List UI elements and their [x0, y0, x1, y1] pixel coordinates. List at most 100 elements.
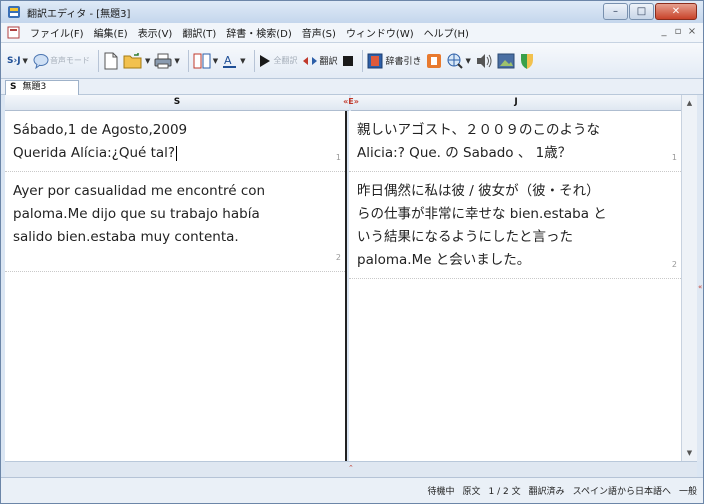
office-dictionary-button[interactable] [426, 50, 442, 72]
source-segment[interactable]: Sábado,1 de Agosto,2009 Querida Alícia:¿… [5, 111, 345, 172]
target-line: らの仕事が非常に幸せな bien.estaba と [357, 206, 607, 222]
text-format-icon: A [223, 54, 237, 68]
shield-icon [520, 53, 533, 69]
translate-all-label: 全翻訳 [273, 56, 298, 65]
speaker-icon [476, 53, 492, 68]
target-text-pane[interactable]: 親しいアゴスト、２００９のこのような Alicia:? Que. の Sabad… [349, 111, 681, 461]
translate-button[interactable]: 翻訳 [302, 50, 338, 72]
document-tab-bar: S 無題3 [1, 79, 703, 95]
menu-bar: ファイル(F) 編集(E) 表示(V) 翻訳(T) 辞書・検索(D) 音声(S)… [1, 23, 703, 43]
menu-dictionary[interactable]: 辞書・検索(D) [221, 25, 297, 40]
expand-panel-icon[interactable]: « [698, 283, 702, 291]
stop-button[interactable] [342, 50, 354, 72]
dictionary-lookup-label: 辞書引き [385, 57, 422, 67]
source-line: paloma.Me dijo que su trabajo había [13, 206, 260, 222]
target-line: 昨日偶然に私は彼 / 彼女が（彼・それ） [357, 183, 600, 199]
text-caret [176, 145, 178, 161]
new-document-icon [104, 52, 118, 69]
translate-all-button[interactable]: 全翻訳 [259, 50, 298, 72]
menu-help[interactable]: ヘルプ(H) [419, 25, 474, 40]
maximize-button[interactable]: □ [629, 3, 654, 20]
status-field: 一般 [678, 487, 697, 497]
office-dictionary-icon [426, 53, 441, 68]
status-bar: 待機中 原文 1 / 2 文 翻訳済み スペイン語から日本語へ 一般 [1, 477, 703, 503]
target-segment[interactable]: 親しいアゴスト、２００９のこのような Alicia:? Que. の Sabad… [349, 111, 681, 172]
stop-icon [342, 55, 353, 66]
doc-restore-button[interactable]: ▫ [671, 26, 685, 37]
swap-panes-button[interactable]: «E» [336, 97, 366, 109]
side-panel-edge[interactable] [697, 95, 703, 461]
status-translated: 翻訳済み [528, 487, 565, 497]
minimize-button[interactable]: – [603, 3, 628, 20]
dictation-label: 音声モード [49, 56, 90, 65]
source-line: Ayer por casualidad me encontré con [13, 183, 266, 199]
toolbar-separator [361, 49, 363, 72]
status-mode: 原文 [462, 487, 481, 497]
web-search-button[interactable]: ▼ [446, 50, 471, 72]
vertical-scrollbar[interactable]: ▲ ▼ [681, 95, 697, 461]
toolbar-separator [253, 49, 255, 72]
menu-edit[interactable]: 編集(E) [89, 25, 133, 40]
language-pair-button[interactable]: S›J ▼ [7, 50, 28, 72]
new-document-button[interactable] [103, 50, 119, 72]
bottom-splitter[interactable]: ⌃ [5, 461, 697, 477]
play-icon [259, 54, 270, 67]
toolbar-separator [187, 49, 189, 72]
source-line: salido bien.estaba muy contenta. [13, 229, 239, 245]
source-text-pane[interactable]: Sábado,1 de Agosto,2009 Querida Alícia:¿… [5, 111, 347, 461]
status-state: 待機中 [427, 487, 455, 497]
doc-minimize-button[interactable]: _ [657, 26, 671, 37]
globe-search-icon [447, 53, 463, 69]
tab-document[interactable]: S 無題3 [5, 80, 79, 95]
language-pair-label: S›J [7, 55, 21, 66]
toolbar-separator [97, 49, 99, 72]
target-segment[interactable]: 昨日偶然に私は彼 / 彼女が（彼・それ） らの仕事が非常に幸せな bien.es… [349, 172, 681, 279]
source-segment[interactable]: Ayer por casualidad me encontré con palo… [5, 172, 345, 272]
window-controls: – □ ✕ [602, 3, 697, 20]
document-icon[interactable] [7, 26, 20, 39]
picture-icon [497, 53, 515, 68]
app-logo-icon [8, 6, 20, 18]
translate-label: 翻訳 [319, 57, 338, 67]
source-column-header: S [5, 95, 349, 111]
open-folder-button[interactable]: ▼ [123, 50, 150, 72]
dictionary-icon [367, 53, 383, 68]
scroll-up-arrow-icon[interactable]: ▲ [682, 95, 697, 111]
speaker-button[interactable] [475, 50, 493, 72]
svg-text:A: A [224, 54, 232, 67]
printer-icon [154, 53, 172, 68]
toolbar: S›J ▼ 音声モード ▼ ▼ ▼ A ▼ 全翻訳 翻訳 辞書引き ▼ [1, 43, 703, 79]
speech-bubble-icon [33, 53, 49, 69]
source-line: Sábado,1 de Agosto,2009 [13, 122, 188, 138]
close-button[interactable]: ✕ [655, 3, 697, 20]
target-line: paloma.Me と会いました。 [357, 252, 531, 268]
menu-translate[interactable]: 翻訳(T) [177, 25, 221, 40]
menu-view[interactable]: 表示(V) [133, 25, 178, 40]
shield-button[interactable] [519, 50, 535, 72]
doc-close-button[interactable]: × [685, 26, 699, 37]
menu-voice[interactable]: 音声(S) [297, 25, 341, 40]
expand-up-icon[interactable]: ⌃ [348, 464, 354, 472]
source-line: Querida Alícia:¿Qué tal? [13, 145, 176, 161]
layout-button[interactable]: ▼ [193, 50, 218, 72]
tab-document-name: 無題3 [22, 82, 47, 92]
status-sentence-count: 1 / 2 文 [488, 487, 521, 497]
target-line: Alicia:? Que. の Sabado 、 1歳？ [357, 145, 572, 161]
window-title: 翻訳エディタ - [無題3] [27, 8, 131, 20]
source-line-with-caret: Querida Alícia:¿Qué tal? [13, 142, 339, 165]
dictation-button[interactable]: 音声モード [32, 50, 90, 72]
scroll-down-arrow-icon[interactable]: ▼ [682, 445, 697, 461]
target-line: 親しいアゴスト、２００９のこのような [357, 122, 600, 138]
status-direction: スペイン語から日本語へ [572, 487, 671, 497]
dictionary-lookup-button[interactable]: 辞書引き [367, 50, 422, 72]
document-window-controls: _ ▫ × [657, 26, 699, 37]
menu-file[interactable]: ファイル(F) [25, 25, 89, 40]
font-size-button[interactable]: A ▼ [222, 50, 246, 72]
print-button[interactable]: ▼ [154, 50, 180, 72]
menu-window[interactable]: ウィンドウ(W) [341, 25, 419, 40]
translate-arrows-icon [302, 56, 317, 65]
tab-document-lang: S [10, 82, 17, 92]
target-line: いう結果になるようにしたと言った [357, 229, 573, 245]
image-button[interactable] [497, 50, 515, 72]
segment-number: 1 [671, 153, 677, 162]
